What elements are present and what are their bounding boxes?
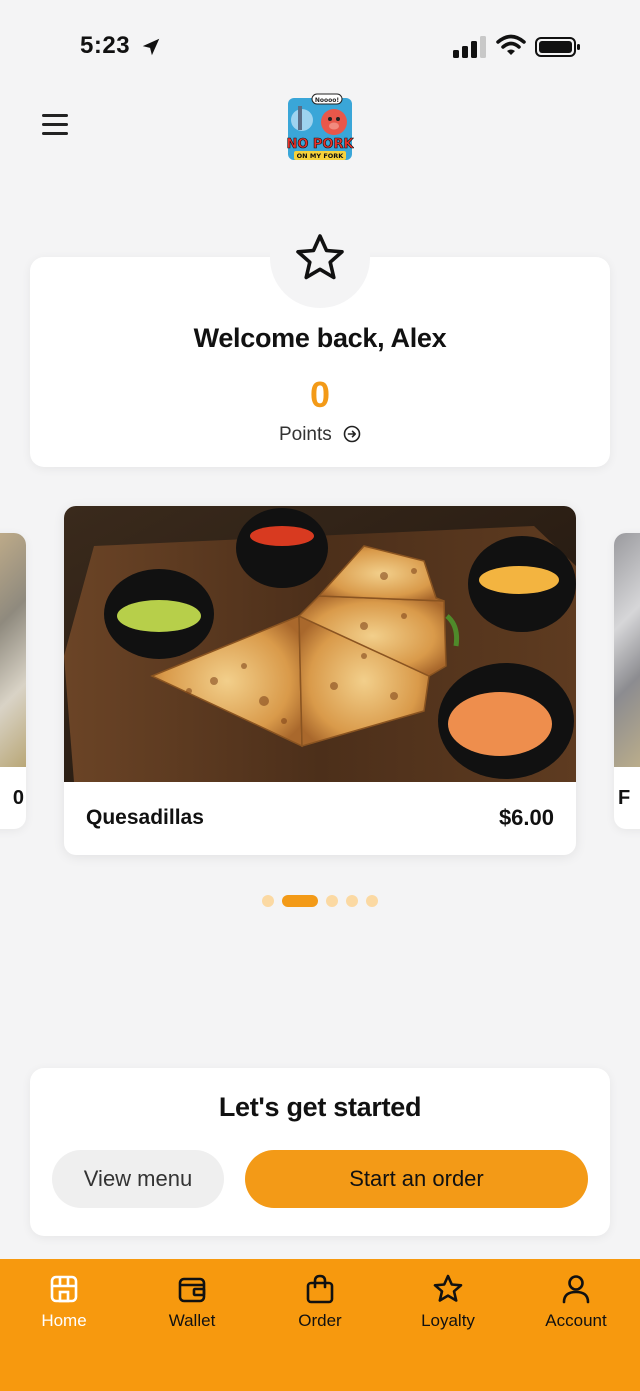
carousel-pagination xyxy=(0,894,640,908)
carousel-dot[interactable] xyxy=(366,895,378,907)
quesadillas-photo xyxy=(64,506,576,782)
svg-text:NO PORK: NO PORK xyxy=(286,137,354,152)
svg-text:ON MY FORK: ON MY FORK xyxy=(297,152,345,160)
product-image xyxy=(614,533,640,767)
get-started-card: Let's get started View menu Start an ord… xyxy=(30,1068,610,1236)
brand-logo[interactable]: Noooo! NO PORK ON MY FORK xyxy=(286,92,354,164)
nav-item-account[interactable]: Account xyxy=(521,1273,631,1343)
product-name: F xyxy=(618,787,631,809)
nav-item-loyalty[interactable]: Loyalty xyxy=(393,1273,503,1343)
bottom-navigation: Home Wallet Order Loyalty Account xyxy=(0,1259,640,1391)
status-time: 5:23 xyxy=(80,32,131,59)
store-icon xyxy=(50,1275,78,1303)
get-started-title: Let's get started xyxy=(218,1092,422,1122)
battery-icon xyxy=(535,37,580,57)
status-bar: 5:23 xyxy=(0,0,640,90)
featured-product-card[interactable]: Quesadillas $6.00 xyxy=(64,506,576,855)
welcome-greeting: Welcome back, Alex xyxy=(193,323,447,353)
product-price: $6.00 xyxy=(498,805,554,830)
points-link[interactable]: Points xyxy=(30,424,610,446)
wifi-icon xyxy=(496,34,526,55)
product-image xyxy=(0,533,26,767)
star-icon xyxy=(433,1274,463,1302)
nav-item-order[interactable]: Order xyxy=(265,1273,375,1343)
location-arrow-icon xyxy=(142,38,160,56)
nav-label: Home xyxy=(41,1311,87,1330)
nav-label: Loyalty xyxy=(421,1311,475,1330)
nav-item-wallet[interactable]: Wallet xyxy=(137,1273,247,1343)
wallet-icon xyxy=(178,1277,206,1303)
nav-item-home[interactable]: Home xyxy=(9,1273,119,1343)
carousel-dot[interactable] xyxy=(262,895,274,907)
arrow-circle-right-icon xyxy=(343,425,361,443)
carousel-card-previous[interactable]: 0 xyxy=(0,533,26,829)
product-name: Quesadillas xyxy=(86,806,204,829)
person-icon xyxy=(562,1275,590,1304)
svg-text:Noooo!: Noooo! xyxy=(315,97,339,104)
points-label: Points xyxy=(278,424,332,445)
hamburger-menu-icon[interactable] xyxy=(42,114,72,140)
shopping-bag-icon xyxy=(306,1274,334,1304)
carousel-dot-active[interactable] xyxy=(282,895,318,907)
nav-label: Wallet xyxy=(168,1311,216,1330)
start-order-button[interactable]: Start an order xyxy=(245,1150,588,1208)
signal-icon xyxy=(453,36,486,58)
star-icon xyxy=(296,234,344,280)
carousel-dot[interactable] xyxy=(346,895,358,907)
view-menu-button[interactable]: View menu xyxy=(52,1150,224,1208)
nav-label: Order xyxy=(298,1311,342,1330)
carousel-dot[interactable] xyxy=(326,895,338,907)
points-value: 0 xyxy=(309,374,331,415)
nav-label: Account xyxy=(545,1311,607,1330)
carousel-card-next[interactable]: F xyxy=(614,533,640,829)
product-name: 0 xyxy=(12,787,24,809)
